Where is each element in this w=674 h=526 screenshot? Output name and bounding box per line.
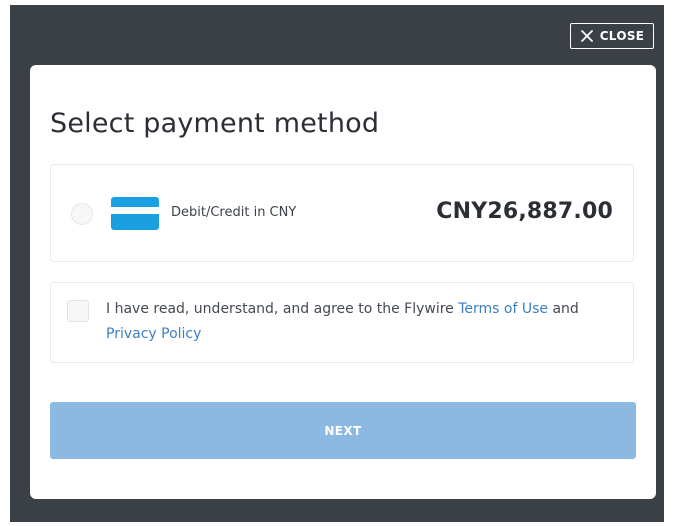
payment-option-radio[interactable] xyxy=(71,203,93,225)
terms-of-use-link[interactable]: Terms of Use xyxy=(458,301,548,317)
close-button[interactable]: CLOSE xyxy=(570,23,654,49)
close-icon xyxy=(580,30,593,42)
payment-option-card[interactable]: Debit/Credit in CNY CNY26,887.00 xyxy=(50,164,634,262)
close-button-label: CLOSE xyxy=(599,29,645,43)
dialog-title: Select payment method xyxy=(50,108,380,139)
privacy-policy-link[interactable]: Privacy Policy xyxy=(106,326,201,342)
agreement-box: I have read, understand, and agree to th… xyxy=(50,282,634,363)
agreement-text-start: I have read, understand, and agree to th… xyxy=(106,301,459,317)
agreement-text: I have read, understand, and agree to th… xyxy=(106,297,616,347)
payment-amount: CNY26,887.00 xyxy=(436,199,613,224)
credit-card-icon xyxy=(111,197,159,230)
payment-method-dialog: Select payment method Debit/Credit in CN… xyxy=(30,65,656,499)
agreement-text-and: and xyxy=(548,301,579,317)
payment-option-label: Debit/Credit in CNY xyxy=(171,205,297,220)
agree-checkbox[interactable] xyxy=(67,300,89,322)
next-button[interactable]: NEXT xyxy=(50,402,636,459)
